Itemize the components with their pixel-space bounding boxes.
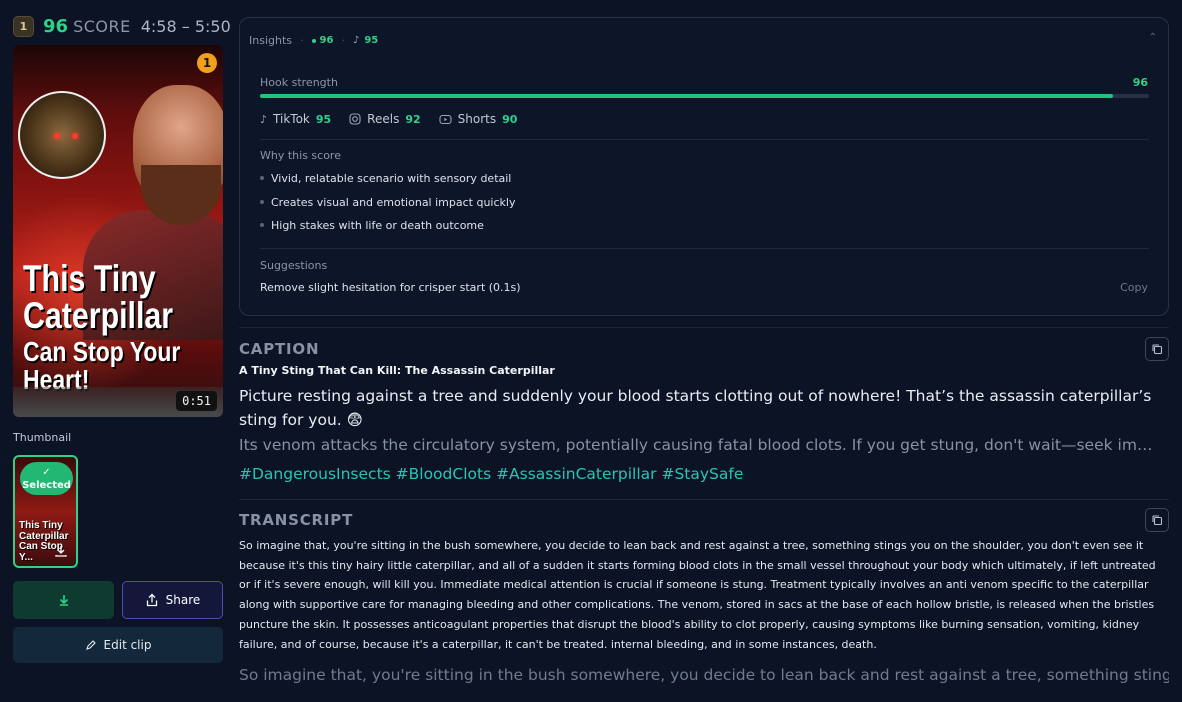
thumbnail-option-selected[interactable]: ✓ Selected This Tiny Caterpillar Can Sto… (13, 455, 78, 568)
bullet (260, 223, 264, 227)
bullet (260, 176, 264, 180)
hook-strength-label: Hook strength (260, 76, 338, 89)
platform-value: 90 (502, 112, 518, 126)
platform-name: Shorts (457, 112, 497, 126)
caption-more-text: Its venom attacks the circulatory system… (239, 436, 1164, 454)
hook-strength-value: 96 (1132, 76, 1148, 89)
score-value: 96 (43, 15, 69, 37)
clip-score-header: 1 96 SCORE 4:58 – 5:50 (13, 14, 231, 38)
separator-dot: · (341, 34, 345, 47)
reason-item: High stakes with life or death outcome (260, 219, 515, 243)
selected-label: Selected (22, 480, 71, 491)
mini-thumbnail-line: This Tiny (19, 520, 63, 531)
transcript-text: So imagine that, you're sitting in the b… (239, 539, 1156, 651)
score-label: SCORE (73, 16, 131, 36)
collapse-chevron-icon[interactable]: ⌃ (1149, 32, 1157, 43)
platform-score-reels: Reels 92 (349, 112, 421, 126)
caterpillar-eye (54, 133, 60, 139)
share-button[interactable]: Share (122, 581, 223, 619)
copy-suggestion-button[interactable]: Copy (1120, 281, 1148, 294)
platform-score-shorts: Shorts 90 (439, 112, 518, 126)
thumbnail-headline-line: This Tiny (23, 258, 156, 299)
score-dot-icon (311, 38, 316, 43)
copy-icon (1152, 515, 1163, 526)
mini-download-icon[interactable] (54, 544, 68, 558)
score-reasons-list: Vivid, relatable scenario with sensory d… (260, 172, 515, 243)
platform-name: TikTok (273, 112, 310, 126)
copy-transcript-button[interactable] (1145, 508, 1169, 532)
check-icon: ✓ (42, 467, 51, 478)
platform-score-tiktok: ♪ TikTok 95 (260, 112, 331, 126)
platform-scores: ♪ TikTok 95 Reels 92 Shorts 90 (260, 112, 517, 126)
insights-overall-score: 96 (319, 35, 334, 46)
youtube-icon (439, 114, 452, 124)
reason-item: Creates visual and emotional impact quic… (260, 196, 515, 220)
hook-strength-bar (260, 94, 1149, 98)
thumbnail-rank-badge: 1 (197, 53, 217, 73)
bullet (260, 199, 264, 204)
thumbnail-section-label: Thumbnail (13, 431, 72, 444)
caption-section-title: CAPTION (239, 340, 320, 358)
divider (260, 139, 1149, 140)
caterpillar-eye (72, 133, 78, 139)
hook-strength-fill (260, 94, 1114, 98)
reason-text: High stakes with life or death outcome (271, 219, 484, 232)
clip-thumbnail[interactable]: 1 This Tiny Caterpillar Can Stop Your He… (13, 45, 223, 417)
edit-clip-button[interactable]: Edit clip (13, 627, 223, 663)
reason-item: Vivid, relatable scenario with sensory d… (260, 172, 515, 196)
clip-time-range: 4:58 – 5:50 (140, 16, 231, 36)
thumbnail-headline-line: Can Stop Your (23, 336, 181, 367)
edit-clip-label: Edit clip (103, 638, 152, 652)
reason-text: Vivid, relatable scenario with sensory d… (271, 172, 512, 185)
section-divider (239, 327, 1169, 328)
share-icon (146, 593, 157, 607)
tiktok-icon: ♪ (352, 35, 360, 46)
selected-badge: ✓ Selected (20, 462, 73, 495)
section-divider (239, 499, 1169, 500)
separator-dot: · (300, 34, 304, 47)
platform-name: Reels (367, 112, 400, 126)
insights-panel: Insights · 96 · ♪ 95 ⌃ Hook strength 96 … (239, 17, 1169, 316)
suggestion-text: Remove slight hesitation for crisper sta… (260, 281, 521, 294)
reason-text: Creates visual and emotional impact quic… (271, 195, 516, 209)
platform-value: 92 (405, 112, 421, 126)
thumbnail-headline: This Tiny Caterpillar Can Stop Your Hear… (23, 260, 184, 394)
copy-icon (1152, 344, 1163, 355)
caterpillar-inset-image (18, 91, 106, 179)
copy-caption-button[interactable] (1145, 337, 1169, 361)
clip-duration: 0:51 (176, 391, 217, 411)
download-button[interactable] (13, 581, 114, 619)
why-score-label: Why this score (260, 149, 341, 162)
transcript-section-title: TRANSCRIPT (239, 511, 354, 529)
insights-tiktok-score: 95 (364, 35, 379, 46)
thumbnail-headline-line: Caterpillar (23, 295, 174, 336)
caption-hashtags: #DangerousInsects #BloodClots #AssassinC… (239, 465, 744, 483)
caption-main-text: Picture resting against a tree and sudde… (239, 387, 1152, 429)
suggestions-label: Suggestions (260, 259, 328, 272)
divider (260, 248, 1149, 249)
platform-value: 95 (315, 112, 332, 126)
transcript-subtitle-preview: So imagine that, you're sitting in the b… (239, 666, 1169, 684)
instagram-icon (349, 113, 361, 125)
insights-header[interactable]: Insights · 96 · ♪ 95 (249, 34, 378, 47)
caption-headline: A Tiny Sting That Can Kill: The Assassin… (239, 364, 555, 377)
pencil-icon (85, 640, 96, 650)
insights-title: Insights (249, 34, 293, 47)
share-button-label: Share (165, 593, 201, 607)
rank-badge: 1 (13, 15, 34, 37)
tiktok-icon: ♪ (260, 112, 268, 126)
download-icon (59, 595, 68, 606)
